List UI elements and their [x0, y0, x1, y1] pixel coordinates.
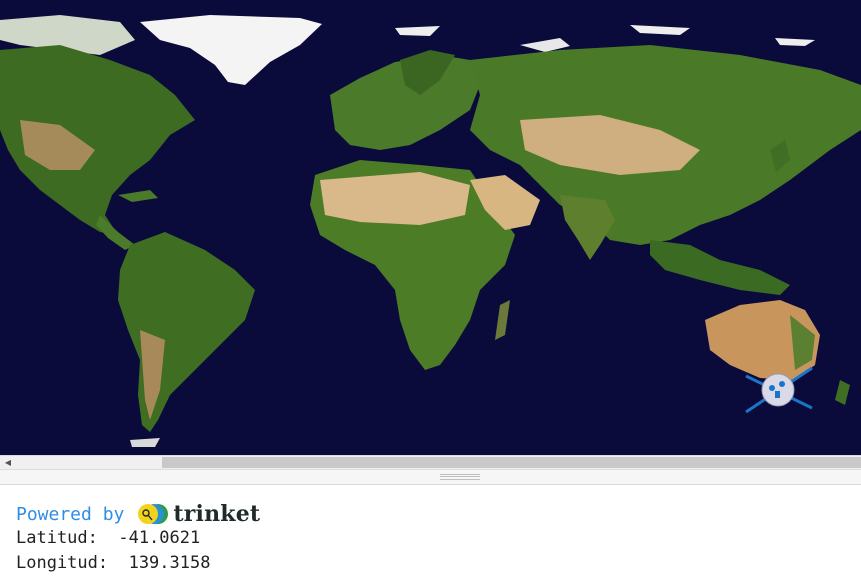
latitude-output: Latitud: -41.0621 [16, 528, 201, 548]
map-canvas[interactable] [0, 0, 861, 455]
iss-satellite-icon [745, 366, 813, 414]
trinket-logo-icon [138, 504, 169, 524]
output-console: Powered by trinket Latitud: -41.0621 Lon… [0, 485, 861, 585]
splitter-grip-icon[interactable] [440, 474, 480, 480]
arrow-left-icon[interactable]: ◀ [2, 456, 14, 469]
powered-by-row[interactable]: Powered by trinket [16, 501, 260, 527]
world-map [0, 0, 861, 455]
powered-by-label: Powered by [16, 503, 125, 525]
trinket-brand: trinket [173, 501, 261, 527]
panel-splitter[interactable] [0, 470, 861, 485]
scroll-thumb[interactable] [162, 457, 861, 468]
horizontal-scrollbar[interactable]: ◀ [0, 455, 861, 470]
longitude-output: Longitud: 139.3158 [16, 553, 211, 573]
